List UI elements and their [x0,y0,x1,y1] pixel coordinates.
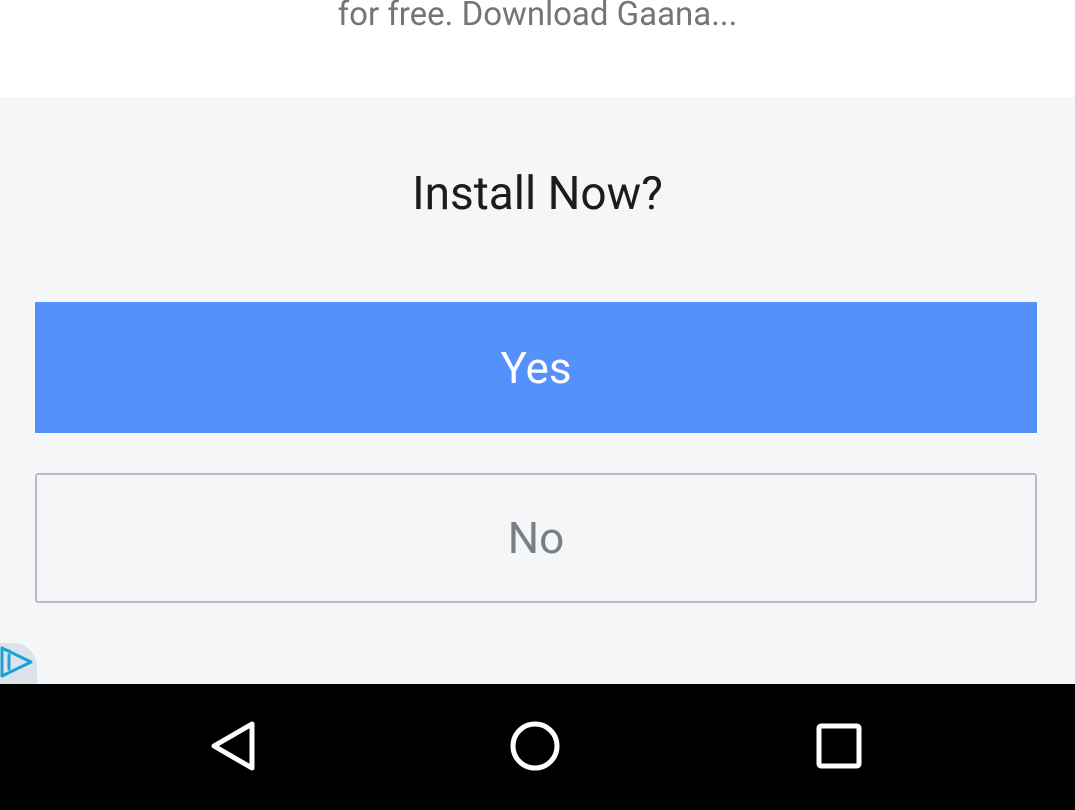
system-navigation-bar [0,684,1075,810]
ad-choices-play-icon [0,645,34,683]
no-button-label: No [507,512,565,564]
triangle-back-icon [206,718,258,778]
install-prompt-panel: Install Now? Yes No [0,97,1075,684]
square-recents-icon [811,718,867,778]
yes-button[interactable]: Yes [35,302,1037,433]
yes-button-label: Yes [500,341,572,394]
ad-choices-badge[interactable] [0,643,37,684]
circle-home-icon [507,718,563,778]
home-button[interactable] [507,720,563,776]
ad-description-area: for free. Download Gaana... [0,0,1075,97]
ad-description-text: for free. Download Gaana... [337,0,738,34]
recents-button[interactable] [811,720,867,776]
install-prompt-title: Install Now? [412,167,663,221]
back-button[interactable] [204,720,260,776]
no-button[interactable]: No [35,473,1037,603]
